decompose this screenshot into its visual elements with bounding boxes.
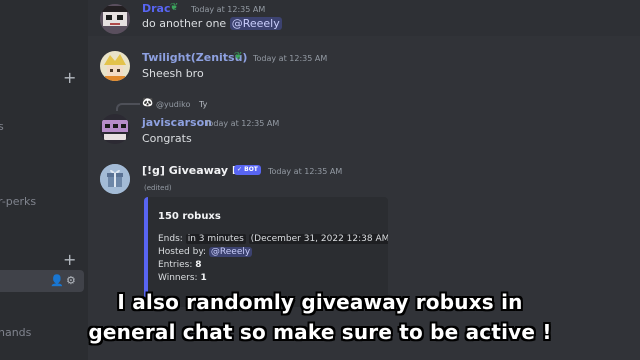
embed-winners-label: Winners: <box>158 273 198 283</box>
embed-title: 150 robuxs <box>158 211 221 222</box>
avatar[interactable] <box>100 114 130 144</box>
reply-avatar-icon: 🐼 <box>142 98 154 108</box>
edited-label: (edited) <box>144 184 172 192</box>
sprout-icon: ❦ <box>170 2 179 13</box>
avatar[interactable] <box>100 4 130 34</box>
embed-entries-label: Entries: <box>158 260 193 270</box>
video-caption: I also randomly giveaway robuxs in gener… <box>0 287 640 347</box>
embed-ends-value: in 3 minutes <box>185 234 246 244</box>
embed-winners-value: 1 <box>200 273 207 283</box>
sidebar-channel-fragment[interactable]: s <box>0 120 4 133</box>
add-member-icon[interactable]: 👤 <box>50 274 64 287</box>
message-timestamp: Today at 12:35 AM <box>205 119 280 128</box>
embed-ends-label: Ends: <box>158 234 183 244</box>
embed-hosted: Hosted by: @Reeely <box>158 247 253 257</box>
message-text: Sheesh bro <box>142 67 204 80</box>
reply-text[interactable]: Ty <box>199 100 207 109</box>
avatar[interactable] <box>100 51 130 81</box>
discord-window: + s r-perks + 👤 ⚙ nands Drac ❦ Today at … <box>0 0 640 360</box>
message-author[interactable]: Drac <box>142 2 171 15</box>
add-channel-icon[interactable]: + <box>63 252 76 268</box>
reply-author[interactable]: @yudiko <box>156 100 190 109</box>
add-channel-icon[interactable]: + <box>63 70 76 86</box>
reply-connector <box>116 103 140 111</box>
sprout-icon: ❦ <box>234 51 243 62</box>
embed-entries: Entries: 8 <box>158 260 202 270</box>
sidebar-channel-perks[interactable]: r-perks <box>0 195 36 208</box>
message-author[interactable]: javiscarson <box>142 116 212 129</box>
caption-line-1: I also randomly giveaway robuxs in <box>117 290 523 314</box>
gear-icon[interactable]: ⚙ <box>66 274 76 287</box>
message-text: do another one @Reeely <box>142 17 282 30</box>
embed-ends: Ends: in 3 minutes (December 31, 2022 12… <box>158 234 388 244</box>
message-timestamp: Today at 12:35 AM <box>191 5 266 14</box>
user-mention[interactable]: @Reeely <box>229 17 282 30</box>
message-author[interactable]: Twilight(Zenitsu) <box>142 51 247 64</box>
embed-entries-value: 8 <box>195 260 202 270</box>
message-text: Congrats <box>142 132 192 145</box>
message-timestamp: Today at 12:35 AM <box>253 54 328 63</box>
caption-line-2: general chat so make sure to be active ! <box>88 320 552 344</box>
message-body: do another one <box>142 17 227 30</box>
avatar[interactable] <box>100 164 130 194</box>
bot-badge: ✓ BOT <box>234 165 261 175</box>
message-timestamp: Today at 12:35 AM <box>268 167 343 176</box>
embed-ends-date: (December 31, 2022 12:38 AM) <box>248 234 388 244</box>
user-mention[interactable]: @Reeely <box>208 247 253 257</box>
embed-winners: Winners: 1 <box>158 273 207 283</box>
embed-hosted-label: Hosted by: <box>158 247 207 257</box>
